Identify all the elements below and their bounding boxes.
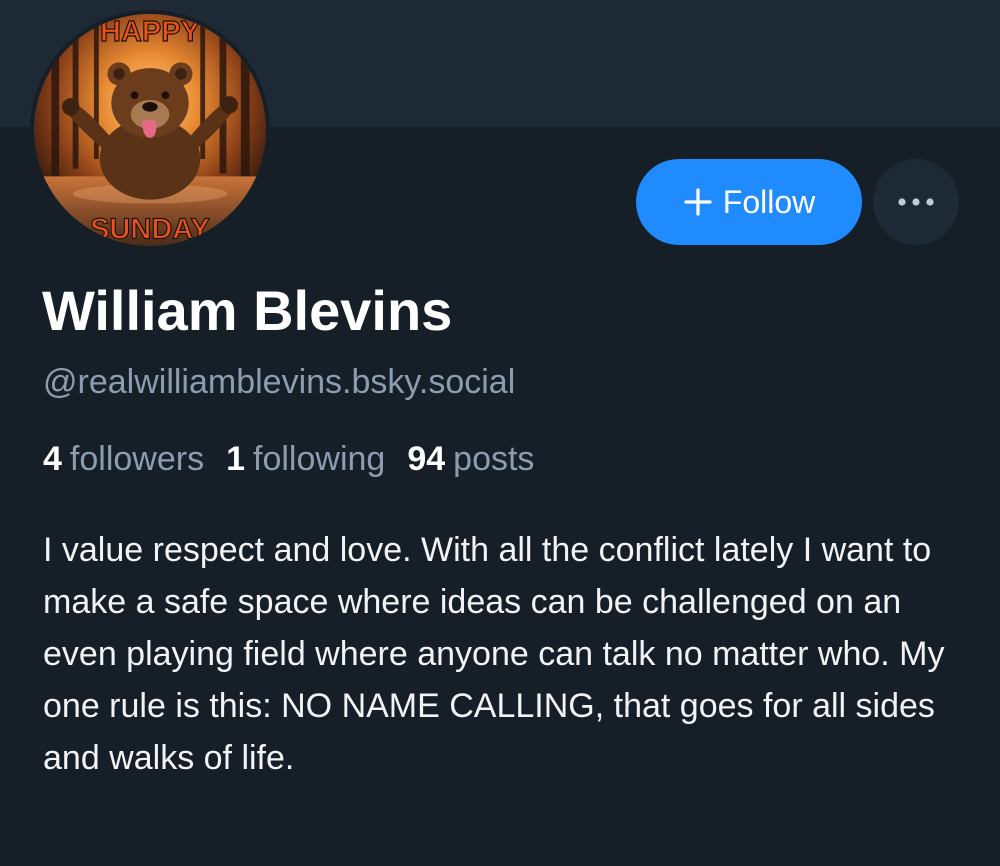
follow-button-label: Follow — [722, 183, 816, 220]
more-options-button[interactable] — [873, 159, 959, 245]
profile-page: HAPPY SUNDAY Follow William Blevins @rea… — [0, 0, 1000, 866]
follow-button[interactable]: Follow — [636, 159, 862, 245]
profile-avatar[interactable]: HAPPY SUNDAY — [30, 10, 270, 250]
followers-count: 4 — [43, 440, 62, 478]
display-name: William Blevins — [42, 279, 453, 342]
profile-handle: @realwilliamblevins.bsky.social — [43, 363, 516, 401]
avatar-top-text: HAPPY — [100, 16, 200, 48]
profile-bio: I value respect and love. With all the c… — [43, 531, 945, 777]
posts-stat: 94 posts — [407, 438, 534, 480]
posts-label: posts — [453, 440, 535, 478]
avatar-bottom-text: SUNDAY — [90, 213, 210, 245]
followers-label: followers — [69, 440, 205, 478]
bear-avatar-icon: HAPPY SUNDAY — [34, 14, 266, 246]
ellipsis-icon — [898, 198, 934, 206]
posts-count: 94 — [407, 440, 446, 478]
plus-icon — [684, 188, 712, 216]
following-count: 1 — [226, 440, 246, 478]
profile-stats: 4 followers 1 following 94 posts — [43, 438, 556, 480]
following-link[interactable]: 1 following — [226, 438, 385, 480]
followers-link[interactable]: 4 followers — [43, 438, 204, 480]
following-label: following — [253, 440, 386, 478]
